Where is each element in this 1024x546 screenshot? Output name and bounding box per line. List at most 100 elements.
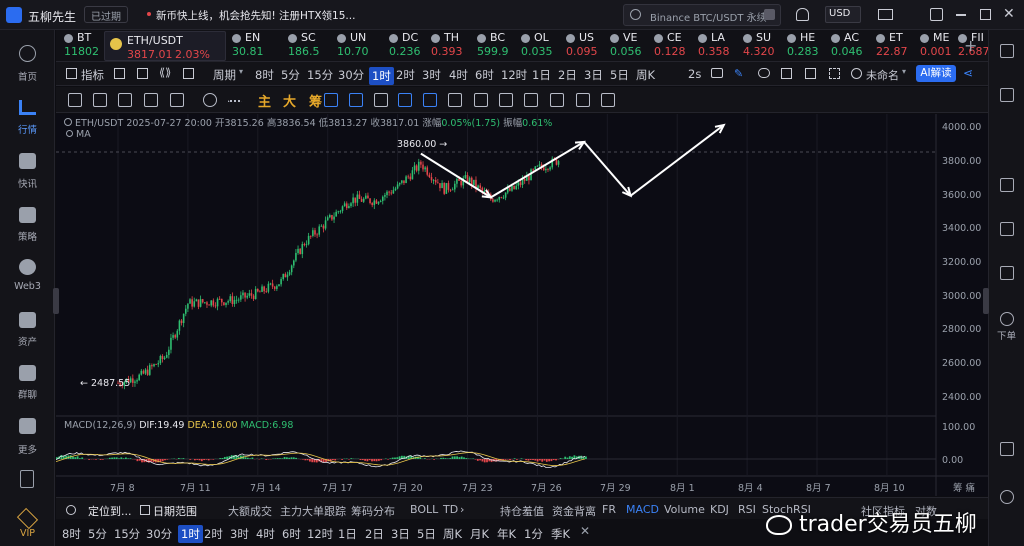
nav-news[interactable]: 快讯 <box>0 176 55 190</box>
nav-market[interactable]: 行情 <box>0 122 55 136</box>
interval-2s[interactable]: 2s <box>688 67 701 81</box>
draw-tool-1[interactable]: 大 <box>283 91 296 110</box>
bottom-tf-15[interactable]: 月K <box>470 526 489 542</box>
timeframe-14[interactable]: 周K <box>636 67 655 83</box>
layout-icon[interactable] <box>851 68 862 79</box>
alert-icon[interactable] <box>1000 266 1014 280</box>
timeframe-11[interactable]: 2日 <box>558 67 577 83</box>
add-ticker-icon[interactable]: + <box>964 36 977 55</box>
order-label[interactable]: 下单 <box>997 328 1016 342</box>
grid-icon[interactable] <box>781 68 792 79</box>
nav-more[interactable]: 更多 <box>0 442 55 456</box>
currency-select[interactable]: USD <box>825 6 861 23</box>
ticker-item[interactable]: EN 30.81 <box>232 31 284 61</box>
bell-icon[interactable] <box>796 8 809 21</box>
indicator-item[interactable]: BOLL <box>410 503 438 516</box>
bottom-tf-14[interactable]: 周K <box>443 526 462 542</box>
indicator-item[interactable]: FR <box>602 503 616 516</box>
pattern-icon[interactable] <box>474 93 488 107</box>
pen-icon[interactable]: ✎ <box>734 67 743 80</box>
bottom-tf-8[interactable]: 6时 <box>282 526 301 542</box>
save-icon[interactable] <box>805 68 816 79</box>
chart-stats-icon[interactable] <box>1000 178 1014 192</box>
bottom-tf-9[interactable]: 12时 <box>307 526 333 542</box>
timeframe-0[interactable]: 8时 <box>255 67 274 83</box>
news-ticker[interactable]: 新币快上线，机会抢先知! 注册HTX领15... <box>156 8 371 23</box>
magnet-icon[interactable] <box>550 93 564 107</box>
collapse-right-handle[interactable] <box>983 288 989 314</box>
ticker-item[interactable]: BT 11802 <box>64 31 104 61</box>
nav-web3[interactable]: Web3 <box>0 281 55 292</box>
minimize-icon[interactable] <box>956 14 966 16</box>
indicator-item[interactable]: TD <box>443 503 458 516</box>
h-line-icon[interactable] <box>144 93 158 107</box>
bottom-tf-5[interactable]: 2时 <box>204 526 223 542</box>
chevron-right-icon[interactable]: › <box>460 503 464 516</box>
close-search-icon[interactable] <box>764 9 775 20</box>
close-window-icon[interactable]: ✕ <box>1003 6 1015 22</box>
link-icon[interactable] <box>758 68 770 78</box>
path-icon[interactable] <box>423 93 437 107</box>
timeframe-7[interactable]: 4时 <box>449 67 468 83</box>
indicator-item[interactable]: 资金背离 <box>552 503 596 519</box>
parallel-channel-icon[interactable] <box>118 93 132 107</box>
timeframe-2[interactable]: 15分 <box>307 67 333 83</box>
timeframe-10[interactable]: 1日 <box>532 67 551 83</box>
ai-button[interactable]: AI解读 <box>916 65 956 82</box>
timeframe-12[interactable]: 3日 <box>584 67 603 83</box>
edit-icon[interactable] <box>524 93 538 107</box>
filter-icon[interactable] <box>576 93 590 107</box>
window-icon[interactable] <box>1000 442 1014 456</box>
order-icon[interactable] <box>1000 312 1014 326</box>
select-icon[interactable] <box>374 93 388 107</box>
timeframe-1[interactable]: 5分 <box>281 67 300 83</box>
trash-icon[interactable] <box>601 93 615 107</box>
layout-name[interactable]: 未命名 <box>866 67 899 83</box>
crosshair-icon[interactable] <box>349 93 363 107</box>
camera-icon[interactable] <box>711 68 723 78</box>
candle-type-icon[interactable] <box>137 68 148 79</box>
bottom-tf-16[interactable]: 年K <box>497 526 516 542</box>
panel-icon[interactable] <box>20 470 34 488</box>
indicator-item[interactable]: RSI <box>738 503 756 516</box>
collapse-left-handle[interactable] <box>53 288 59 314</box>
close-bottom-icon[interactable]: ✕ <box>580 524 590 538</box>
delete-icon[interactable] <box>499 93 513 107</box>
bottom-tf-12[interactable]: 3日 <box>391 526 410 542</box>
bottom-tf-10[interactable]: 1日 <box>338 526 357 542</box>
status-badge[interactable]: 已过期 <box>84 6 128 23</box>
bottom-tf-18[interactable]: 季K <box>551 526 570 542</box>
locate-button[interactable]: 定位到... <box>88 503 132 519</box>
indicator-item[interactable]: MACD <box>626 503 659 516</box>
share-network-icon[interactable]: ⋖ <box>963 66 973 80</box>
note-icon[interactable] <box>324 93 338 107</box>
bottom-tf-1[interactable]: 5分 <box>88 526 107 542</box>
bottom-tf-3[interactable]: 30分 <box>146 526 172 542</box>
ticker-item[interactable]: SC 186.5 <box>288 31 340 61</box>
ruler-icon[interactable] <box>398 93 412 107</box>
price-chart[interactable]: 3860.00 → ← 2487.55 <box>56 114 988 496</box>
fib-icon[interactable] <box>448 93 462 107</box>
ticker-active-eth[interactable]: ETH/USDT 3817.01 2.03% <box>104 31 226 61</box>
trend-line-icon[interactable] <box>68 93 82 107</box>
bottom-tf-11[interactable]: 2日 <box>365 526 384 542</box>
search-box[interactable]: Binance BTC/USDT 永续 <box>623 4 781 26</box>
calendar-icon[interactable] <box>114 68 125 79</box>
nav-vip[interactable]: VIP <box>0 528 55 539</box>
home-icon[interactable] <box>19 45 36 62</box>
rectangle-icon[interactable] <box>170 93 184 107</box>
date-range-button[interactable]: 日期范围 <box>153 503 197 519</box>
timeframe-13[interactable]: 5日 <box>610 67 629 83</box>
indicator-item[interactable]: 主力大单跟踪 <box>280 503 346 519</box>
maximize-icon[interactable] <box>980 9 991 20</box>
timeframe-9[interactable]: 12时 <box>501 67 527 83</box>
bottom-tf-17[interactable]: 1分 <box>524 526 543 542</box>
bottom-tf-2[interactable]: 15分 <box>114 526 140 542</box>
share-icon[interactable] <box>183 68 194 79</box>
indicator-item[interactable]: 大额成交 <box>228 503 272 519</box>
bottom-tf-4[interactable]: 1时 <box>178 525 203 543</box>
bottom-tf-13[interactable]: 5日 <box>417 526 436 542</box>
nav-home[interactable]: 首页 <box>0 69 55 83</box>
ma-label[interactable]: MA <box>66 129 91 140</box>
orderbook-icon[interactable] <box>1000 88 1014 102</box>
